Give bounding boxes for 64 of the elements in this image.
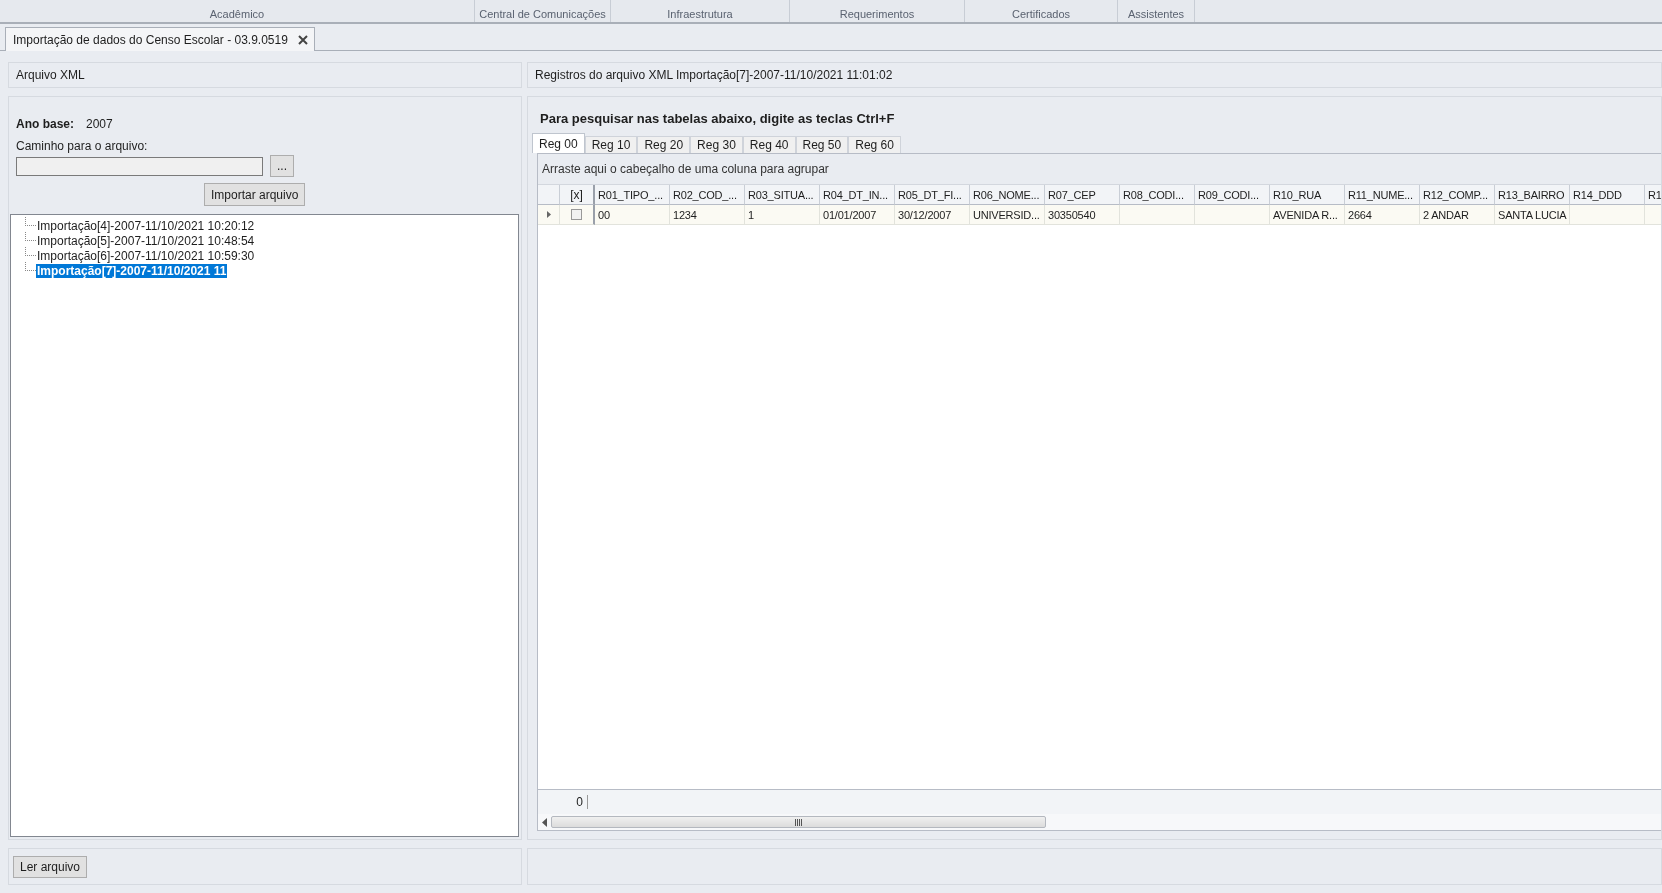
panel-title: Arquivo XML	[16, 68, 85, 82]
scrollbar-thumb[interactable]	[551, 816, 1046, 828]
table-cell: SANTA LUCIA	[1495, 205, 1570, 225]
column-header[interactable]: R05_DT_FI...	[895, 185, 970, 205]
record-tab[interactable]: Reg 30	[690, 136, 743, 153]
column-header[interactable]: R11_NUME...	[1345, 185, 1420, 205]
row-count: 0	[538, 795, 588, 809]
column-header[interactable]: [x]	[560, 185, 595, 205]
ribbon-group-label: Requerimentos	[790, 0, 965, 22]
browse-button[interactable]: ...	[270, 155, 294, 177]
scroll-left-icon[interactable]	[542, 817, 547, 827]
column-header[interactable]: R14_DDD	[1570, 185, 1645, 205]
field-label: Ano base:	[16, 117, 74, 131]
record-tab[interactable]: Reg 00	[532, 133, 585, 153]
ribbon-group-label: Infraestrutura	[611, 0, 790, 22]
column-header[interactable]: R1	[1645, 185, 1661, 205]
panel-title: Registros do arquivo XML Importação[7]-2007-11/10/2021 11:01:02	[535, 68, 893, 82]
table-cell: AVENIDA R...	[1270, 205, 1345, 225]
close-icon[interactable]	[297, 34, 308, 45]
table-cell: 1234	[670, 205, 745, 225]
table-cell: 2 ANDAR	[1420, 205, 1495, 225]
column-header[interactable]: R07_CEP	[1045, 185, 1120, 205]
search-hint: Para pesquisar nas tabelas abaixo, digite as teclas Ctrl+F	[539, 111, 896, 128]
table-cell: 00	[595, 205, 670, 225]
table-cell: UNIVERSID...	[970, 205, 1045, 225]
record-tab[interactable]: Reg 60	[848, 136, 901, 153]
ribbon-group-label: Central de Comunicações	[475, 0, 611, 22]
column-header[interactable]: R10_RUA	[1270, 185, 1345, 205]
field-value: 2007	[86, 117, 113, 131]
column-header[interactable]: R02_COD_...	[670, 185, 745, 205]
tree-item[interactable]: Importação[5]-2007-11/10/2021 10:48:54	[36, 233, 256, 248]
path-field[interactable]	[16, 156, 263, 176]
column-header[interactable]: R12_COMP...	[1420, 185, 1495, 205]
column-header[interactable]: R13_BAIRRO	[1495, 185, 1570, 205]
column-header[interactable]: R09_CODI...	[1195, 185, 1270, 205]
table-cell: 01/01/2007	[820, 205, 895, 225]
table-cell: 2664	[1345, 205, 1420, 225]
group-panel-hint: Arraste aqui o cabeçalho de uma coluna para agrupar	[538, 154, 1661, 185]
table-cell: 1	[745, 205, 820, 225]
column-header[interactable]: R03_SITUA...	[745, 185, 820, 205]
column-header[interactable]: R01_TIPO_...	[595, 185, 670, 205]
read-file-button[interactable]: Ler arquivo	[13, 855, 88, 878]
tree-item[interactable]: Importação[4]-2007-11/10/2021 10:20:12	[36, 218, 256, 233]
column-header[interactable]: R06_NOME...	[970, 185, 1045, 205]
ribbon-group-label: Acadêmico	[0, 0, 475, 22]
document-tab-title: Importação de dados do Censo Escolar - 03.9.0519	[13, 32, 288, 47]
tree-item[interactable]: Importação[7]-2007-11/10/2021 11	[36, 263, 228, 278]
import-button[interactable]: Importar arquivo	[204, 183, 306, 206]
record-tab[interactable]: Reg 20	[637, 136, 691, 153]
ribbon-group-label: Assistentes	[1118, 0, 1195, 22]
record-tab[interactable]: Reg 50	[795, 136, 849, 153]
tree-item[interactable]: Importação[6]-2007-11/10/2021 10:59:30	[36, 248, 256, 263]
row-checkbox[interactable]	[571, 209, 582, 220]
column-header[interactable]: R04_DT_IN...	[820, 185, 895, 205]
ribbon-group-label: Certificados	[965, 0, 1118, 22]
horizontal-scrollbar[interactable]	[538, 814, 1661, 830]
table-cell: 30350540	[1045, 205, 1120, 225]
document-tab[interactable]: Importação de dados do Censo Escolar - 03.9.0519	[5, 27, 315, 51]
record-tab[interactable]: Reg 10	[584, 136, 638, 153]
record-tab[interactable]: Reg 40	[742, 136, 796, 153]
column-header[interactable]: R08_CODI...	[1120, 185, 1195, 205]
grip-icon	[795, 818, 802, 826]
table-cell: 30/12/2007	[895, 205, 970, 225]
field-label: Caminho para o arquivo:	[15, 138, 149, 153]
